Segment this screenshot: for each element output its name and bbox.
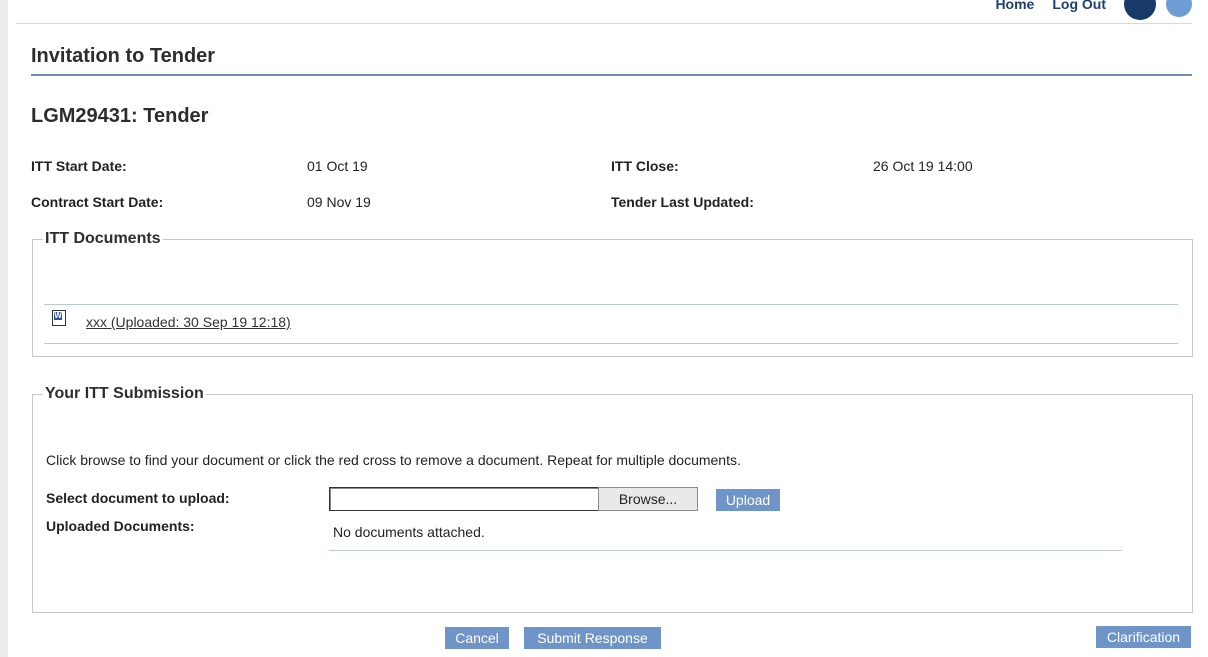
clarification-button[interactable]: Clarification [1096, 626, 1191, 648]
uploaded-divider [329, 550, 1122, 551]
top-navigation: Home Log Out [995, 0, 1192, 20]
upload-button[interactable]: Upload [716, 489, 780, 511]
submit-response-button[interactable]: Submit Response [524, 627, 661, 649]
left-gutter [0, 0, 8, 657]
itt-close-value: 26 Oct 19 14:00 [873, 158, 973, 174]
title-underline [31, 74, 1192, 76]
home-link[interactable]: Home [995, 0, 1034, 12]
tender-reference: LGM29431: Tender [31, 105, 209, 127]
page-title: Invitation to Tender [31, 45, 216, 67]
uploaded-documents-label: Uploaded Documents: [46, 518, 195, 534]
browse-button[interactable]: Browse... [598, 487, 698, 511]
cancel-button[interactable]: Cancel [445, 627, 509, 649]
select-document-label: Select document to upload: [46, 490, 230, 506]
file-path-input[interactable] [329, 487, 599, 511]
no-documents-message: No documents attached. [333, 524, 485, 540]
word-document-icon [52, 310, 66, 326]
upload-instructions: Click browse to find your document or cl… [46, 452, 741, 468]
itt-document-link[interactable]: xxx (Uploaded: 30 Sep 19 12:18) [86, 314, 291, 330]
document-row: xxx (Uploaded: 30 Sep 19 12:18) [52, 310, 291, 330]
header-divider [16, 23, 1192, 24]
itt-documents-panel: ITT Documents [32, 230, 1193, 357]
user-avatar-icon[interactable] [1124, 0, 1156, 20]
contract-start-value: 09 Nov 19 [307, 194, 371, 210]
itt-close-label: ITT Close: [611, 158, 679, 174]
documents-divider-top [44, 304, 1178, 305]
last-updated-label: Tender Last Updated: [611, 194, 754, 210]
itt-submission-legend: Your ITT Submission [45, 385, 204, 402]
itt-start-label: ITT Start Date: [31, 158, 127, 174]
itt-start-value: 01 Oct 19 [307, 158, 368, 174]
logout-link[interactable]: Log Out [1052, 0, 1106, 12]
help-icon[interactable] [1166, 0, 1192, 17]
documents-divider-bottom [44, 343, 1178, 344]
contract-start-label: Contract Start Date: [31, 194, 164, 210]
itt-documents-legend: ITT Documents [45, 230, 161, 247]
